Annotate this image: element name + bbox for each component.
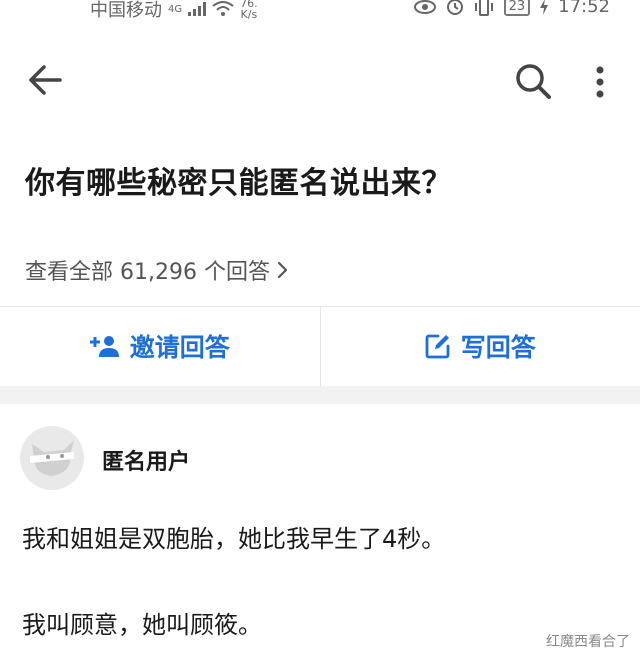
alarm-icon	[446, 0, 463, 15]
wifi-icon	[212, 1, 234, 16]
top-nav-bar	[0, 50, 640, 110]
search-button[interactable]	[512, 60, 556, 104]
add-person-icon	[89, 336, 119, 357]
charging-icon	[540, 0, 549, 15]
watermark: 红魔西看合了	[546, 634, 630, 650]
write-answer-button[interactable]: 写回答	[321, 306, 640, 386]
chevron-right-icon	[277, 261, 288, 279]
write-answer-label: 写回答	[460, 333, 536, 362]
status-right: 23 17:52	[413, 0, 610, 17]
signal-icon	[188, 2, 207, 16]
eye-icon	[413, 0, 436, 14]
answer-text-line: 我叫顾意，她叫顾筱。	[22, 611, 262, 639]
view-all-label: 查看全部 61,296 个回答	[25, 260, 270, 285]
status-left: 中国移动 4G 76. K/s	[90, 0, 258, 22]
answer-text-line: 我和姐姐是双胞胎，她比我早生了4秒。	[22, 525, 446, 553]
invite-answer-button[interactable]: 邀请回答	[0, 306, 320, 386]
answer-actions: 邀请回答 写回答	[0, 306, 640, 386]
status-bar: 中国移动 4G 76. K/s 23 17:52	[0, 0, 640, 22]
more-button[interactable]	[588, 60, 612, 104]
anonymous-avatar-icon	[30, 440, 74, 476]
arrow-left-icon	[29, 65, 62, 95]
section-gap	[0, 386, 640, 404]
avatar[interactable]	[20, 426, 84, 490]
back-button[interactable]	[26, 62, 66, 98]
search-icon	[516, 64, 551, 99]
author-name[interactable]: 匿名用户	[102, 444, 190, 476]
edit-icon	[425, 334, 450, 359]
network-type: 4G	[168, 3, 183, 15]
view-all-answers-link[interactable]: 查看全部 61,296 个回答	[25, 254, 290, 286]
more-vertical-icon	[596, 66, 604, 98]
question-title[interactable]: 你有哪些秘密只能匿名说出来？	[25, 158, 452, 202]
clock-time: 17:52	[558, 0, 610, 17]
network-speed: 76. K/s	[240, 0, 258, 20]
carrier-label: 中国移动	[90, 0, 162, 21]
invite-answer-label: 邀请回答	[129, 333, 230, 362]
vibrate-icon	[474, 0, 493, 16]
speed-unit: K/s	[240, 8, 258, 21]
battery-level: 23	[503, 0, 531, 16]
